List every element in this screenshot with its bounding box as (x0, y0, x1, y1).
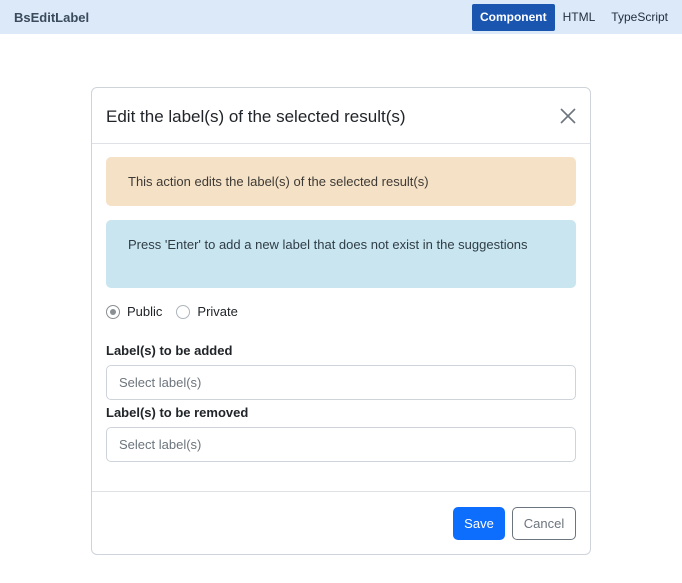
remove-labels-input[interactable] (106, 427, 576, 462)
radio-private-indicator[interactable] (176, 304, 191, 319)
add-labels-label: Label(s) to be added (106, 343, 233, 358)
close-icon (560, 108, 576, 124)
add-labels-input[interactable] (106, 365, 576, 400)
radio-public-label: Public (127, 304, 163, 319)
visibility-radio-group: Public Private (106, 304, 252, 319)
tab-typescript[interactable]: TypeScript (603, 4, 676, 31)
warning-alert: This action edits the label(s) of the se… (106, 157, 576, 206)
radio-private-label: Private (197, 304, 238, 319)
app-title: BsEditLabel (14, 10, 90, 25)
close-button[interactable] (558, 106, 578, 126)
view-tabs: Component HTML TypeScript (471, 4, 676, 31)
tab-component[interactable]: Component (471, 4, 555, 31)
top-bar: BsEditLabel Component HTML TypeScript (0, 0, 682, 34)
radio-private[interactable]: Private (176, 304, 238, 319)
modal-header: Edit the label(s) of the selected result… (92, 88, 590, 144)
edit-labels-modal: Edit the label(s) of the selected result… (91, 87, 591, 555)
modal-footer: Save Cancel (92, 491, 590, 554)
remove-labels-label: Label(s) to be removed (106, 405, 249, 420)
save-button[interactable]: Save (453, 507, 505, 540)
info-alert: Press 'Enter' to add a new label that do… (106, 220, 576, 288)
radio-public-indicator[interactable] (106, 304, 120, 319)
tab-html[interactable]: HTML (555, 4, 604, 31)
radio-public[interactable]: Public (106, 304, 162, 319)
cancel-button[interactable]: Cancel (512, 507, 576, 540)
modal-title: Edit the label(s) of the selected result… (106, 107, 406, 126)
